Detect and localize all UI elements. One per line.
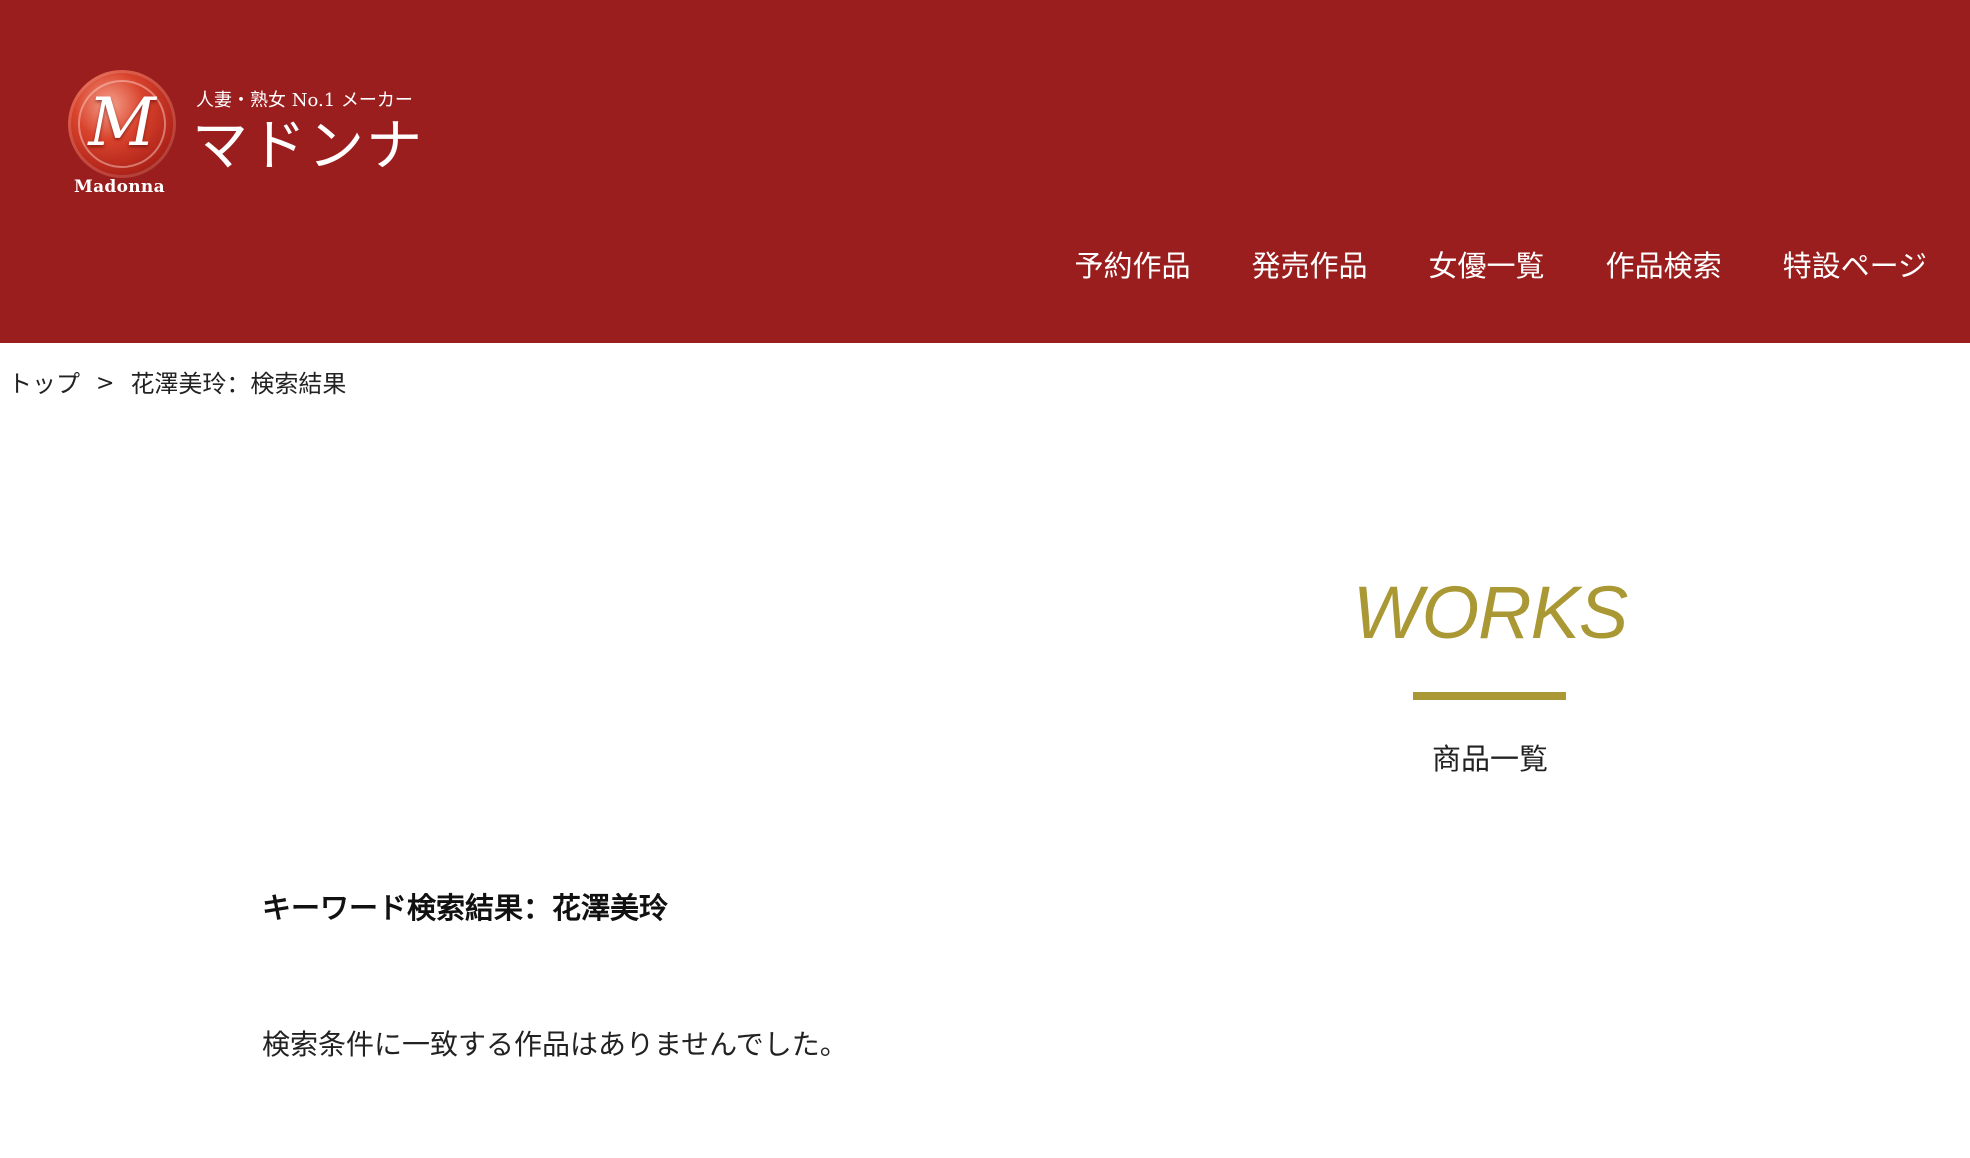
- main-nav: 予約作品 発売作品 女優一覧 作品検索 特設ページ: [1014, 246, 1927, 286]
- nav-item-reserved-works[interactable]: 予約作品: [1075, 246, 1191, 286]
- breadcrumb-home-link[interactable]: トップ: [8, 367, 80, 401]
- nav-item-released-works[interactable]: 発売作品: [1252, 246, 1368, 286]
- emblem-caption: Madonna: [74, 177, 165, 197]
- brand-tagline: 人妻・熟女 No.1 メーカー: [196, 90, 413, 111]
- search-empty-message: 検索条件に一致する作品はありませんでした。: [262, 1028, 848, 1061]
- madonna-emblem-icon: M: [68, 70, 176, 178]
- search-result-heading: キーワード検索結果：花澤美玲: [262, 891, 669, 925]
- section-title-underline: [1413, 692, 1566, 700]
- site-header: M Madonna 人妻・熟女 No.1 メーカー マドンナ 予約作品 発売作品…: [0, 0, 1970, 343]
- breadcrumb-current: 花澤美玲：検索結果: [130, 370, 347, 398]
- nav-item-work-search[interactable]: 作品検索: [1606, 246, 1722, 286]
- nav-item-special-pages[interactable]: 特設ページ: [1783, 246, 1927, 286]
- site-logo[interactable]: M Madonna 人妻・熟女 No.1 メーカー マドンナ: [68, 70, 448, 200]
- emblem-letter: M: [88, 84, 156, 161]
- breadcrumb: トップ > 花澤美玲：検索結果: [8, 367, 346, 401]
- section-subtitle: 商品一覧: [1431, 742, 1548, 776]
- nav-item-actress-list[interactable]: 女優一覧: [1429, 246, 1545, 286]
- section-title: WORKS: [1352, 571, 1629, 654]
- brand-name: マドンナ: [192, 114, 424, 179]
- breadcrumb-separator: >: [96, 371, 115, 396]
